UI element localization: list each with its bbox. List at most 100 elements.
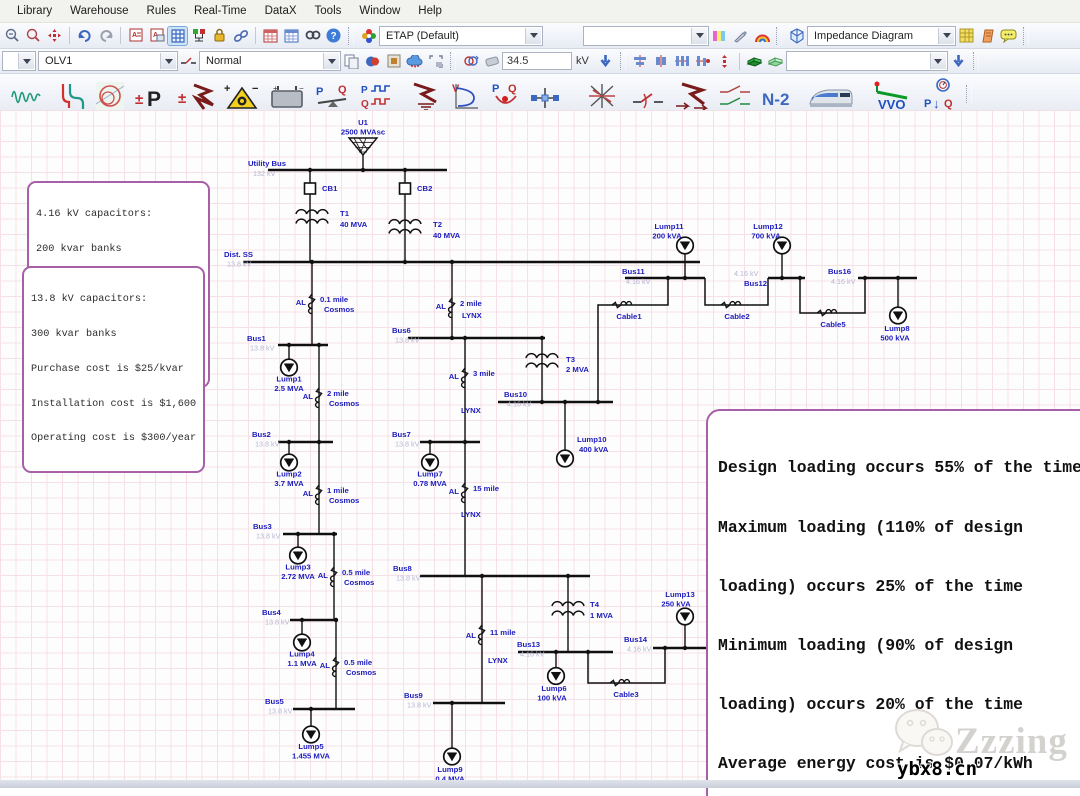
bus-bus11[interactable]: Bus11 4.16 kV: [622, 267, 705, 286]
presentation-combo[interactable]: OLV1: [38, 51, 178, 71]
schedule-blue-icon[interactable]: [282, 27, 301, 45]
comment-icon[interactable]: [999, 27, 1018, 45]
waveform-icon[interactable]: [11, 76, 41, 112]
plus-minus-fault-icon[interactable]: ±: [178, 76, 214, 112]
report-icon[interactable]: [978, 27, 997, 45]
line-a5[interactable]: AL 0.5 mile Cosmos: [320, 620, 377, 709]
line-a9[interactable]: AL 11 mile LYNX: [466, 576, 517, 703]
get-data-icon[interactable]: [949, 52, 968, 70]
cube-icon[interactable]: [787, 27, 806, 45]
load-lump4[interactable]: Lump4 1.1 MVA: [287, 620, 317, 668]
menu-tools[interactable]: Tools: [306, 2, 351, 20]
line-a7[interactable]: AL 3 mile LYNX: [449, 338, 496, 442]
harmonics-icon[interactable]: [587, 76, 617, 112]
grid-display-icon[interactable]: [168, 27, 187, 45]
load-lump13[interactable]: Lump13 250 kVA: [661, 590, 694, 648]
palette-icon[interactable]: [710, 27, 729, 45]
combo-arrow-icon[interactable]: [691, 28, 707, 44]
breaker-cb1[interactable]: CB1: [305, 170, 339, 262]
status-switch-icon[interactable]: [179, 52, 198, 70]
cable-cable1[interactable]: Cable1: [598, 278, 668, 402]
load-lump2[interactable]: Lump2 3.7 MVA: [274, 442, 304, 488]
bus-bus7[interactable]: Bus7 13.8 kV: [392, 430, 480, 449]
theme-colors-icon[interactable]: [363, 52, 382, 70]
schedule-red-icon[interactable]: [261, 27, 280, 45]
switch-open-icon[interactable]: [632, 76, 664, 112]
bus-bus5[interactable]: Bus5 13.8 kV: [265, 697, 355, 716]
menu-help[interactable]: Help: [409, 2, 451, 20]
bus-utility[interactable]: Utility Bus 132 kV: [248, 159, 447, 178]
note-138kv-capacitors[interactable]: 13.8 kV capacitors: 300 kvar banks Purch…: [22, 266, 205, 473]
line-a8[interactable]: AL 15 mile LYNX: [449, 442, 500, 576]
rule-book-icon[interactable]: A: [126, 27, 145, 45]
battery-icon[interactable]: +−: [270, 76, 304, 112]
combo-arrow-icon[interactable]: [938, 28, 954, 44]
load-lump8[interactable]: Lump8 500 kVA: [880, 278, 910, 343]
line-a6[interactable]: AL 2 mile LYNX: [436, 262, 483, 338]
apply-down-icon[interactable]: [596, 52, 615, 70]
project-theme-combo[interactable]: ETAP (Default): [379, 26, 543, 46]
v-curve-icon[interactable]: V: [450, 76, 480, 112]
bus-bus13[interactable]: Bus13 4.16 kV: [517, 640, 613, 659]
align-center-icon[interactable]: [652, 52, 671, 70]
cable-cable3[interactable]: Cable3: [588, 648, 665, 699]
datablock-icon[interactable]: [957, 27, 976, 45]
zoom-out-icon[interactable]: [3, 27, 22, 45]
block-icon[interactable]: [384, 52, 403, 70]
bus-bus3[interactable]: Bus3 13.8 kV: [253, 522, 337, 541]
menu-library[interactable]: Library: [8, 2, 61, 20]
menu-realtime[interactable]: Real-Time: [185, 2, 256, 20]
bus-bus9[interactable]: Bus9 13.8 kV: [404, 691, 505, 710]
load-lump3[interactable]: Lump3 2.72 MVA: [281, 534, 315, 581]
bus-bus2[interactable]: Bus2 13.8 kV: [252, 430, 333, 449]
align-left-icon[interactable]: [631, 52, 650, 70]
motor-start-icon[interactable]: [96, 76, 124, 112]
breaker-cb2[interactable]: CB2: [400, 170, 433, 262]
load-lump11[interactable]: Lump11 200 kVA: [652, 222, 693, 278]
presentation-stub-combo[interactable]: [2, 51, 36, 71]
bus-bus1[interactable]: Bus1 13.8 kV: [247, 334, 328, 353]
rule-check-icon[interactable]: A: [147, 27, 166, 45]
bus-dist-ss[interactable]: Dist. SS 13.8 kV: [224, 250, 700, 269]
connector-icon[interactable]: [530, 76, 560, 112]
lock-3d-icon[interactable]: [745, 52, 764, 70]
select-region-icon[interactable]: [426, 52, 445, 70]
menu-rules[interactable]: Rules: [138, 2, 185, 20]
menu-warehouse[interactable]: Warehouse: [61, 2, 137, 20]
bus-bus12[interactable]: 4.16 kV Bus12: [734, 269, 805, 288]
line-a1[interactable]: AL 0.1 mile Cosmos: [296, 262, 355, 345]
utility-source-u1[interactable]: U1 2500 MVAsc: [341, 118, 386, 170]
plus-minus-p-icon[interactable]: ±P: [134, 76, 168, 112]
zoom-window-icon[interactable]: [24, 27, 43, 45]
bus-bus4[interactable]: Bus4 13.8 kV: [262, 608, 338, 627]
train-icon[interactable]: [808, 76, 854, 112]
fault-arrows-icon[interactable]: [674, 76, 708, 112]
combo-arrow-icon[interactable]: [930, 53, 946, 69]
redo-icon[interactable]: [96, 27, 115, 45]
unlock-3d-icon[interactable]: [766, 52, 785, 70]
diagram-mode-combo[interactable]: Impedance Diagram: [807, 26, 956, 46]
hazard-icon[interactable]: +−: [224, 76, 260, 112]
vvo-icon[interactable]: VVO: [869, 76, 913, 112]
load-lump1[interactable]: Lump1 2.5 MVA: [274, 345, 304, 393]
combo-arrow-icon[interactable]: [160, 53, 176, 69]
network-topology-icon[interactable]: [189, 27, 208, 45]
rainbow-icon[interactable]: [752, 27, 771, 45]
cloud-icon[interactable]: [405, 52, 424, 70]
switching-icon[interactable]: [718, 76, 752, 112]
study-case-combo[interactable]: [583, 26, 709, 46]
menu-datax[interactable]: DataX: [256, 2, 306, 20]
pq-wave-icon[interactable]: PQ: [360, 76, 398, 112]
combo-arrow-icon[interactable]: [323, 53, 339, 69]
pq-circle-icon[interactable]: PQ: [490, 76, 520, 112]
transformer-t3[interactable]: T3 2 MVA: [526, 338, 589, 402]
pan-icon[interactable]: [45, 27, 64, 45]
combo-arrow-icon[interactable]: [525, 28, 541, 44]
oneline-canvas[interactable]: U1 2500 MVAsc Utility Bus 132 kV CB1: [0, 110, 1080, 788]
load-lump9[interactable]: Lump9 0.4 MVA: [435, 703, 465, 784]
bus-bus6[interactable]: Bus6 13.8 kV: [392, 326, 545, 345]
transformer-t1[interactable]: T1 40 MVA: [296, 209, 368, 229]
load-lump10[interactable]: Lump10 400 kVA: [557, 402, 609, 467]
lock-icon[interactable]: [210, 27, 229, 45]
kv-input[interactable]: [502, 52, 572, 70]
